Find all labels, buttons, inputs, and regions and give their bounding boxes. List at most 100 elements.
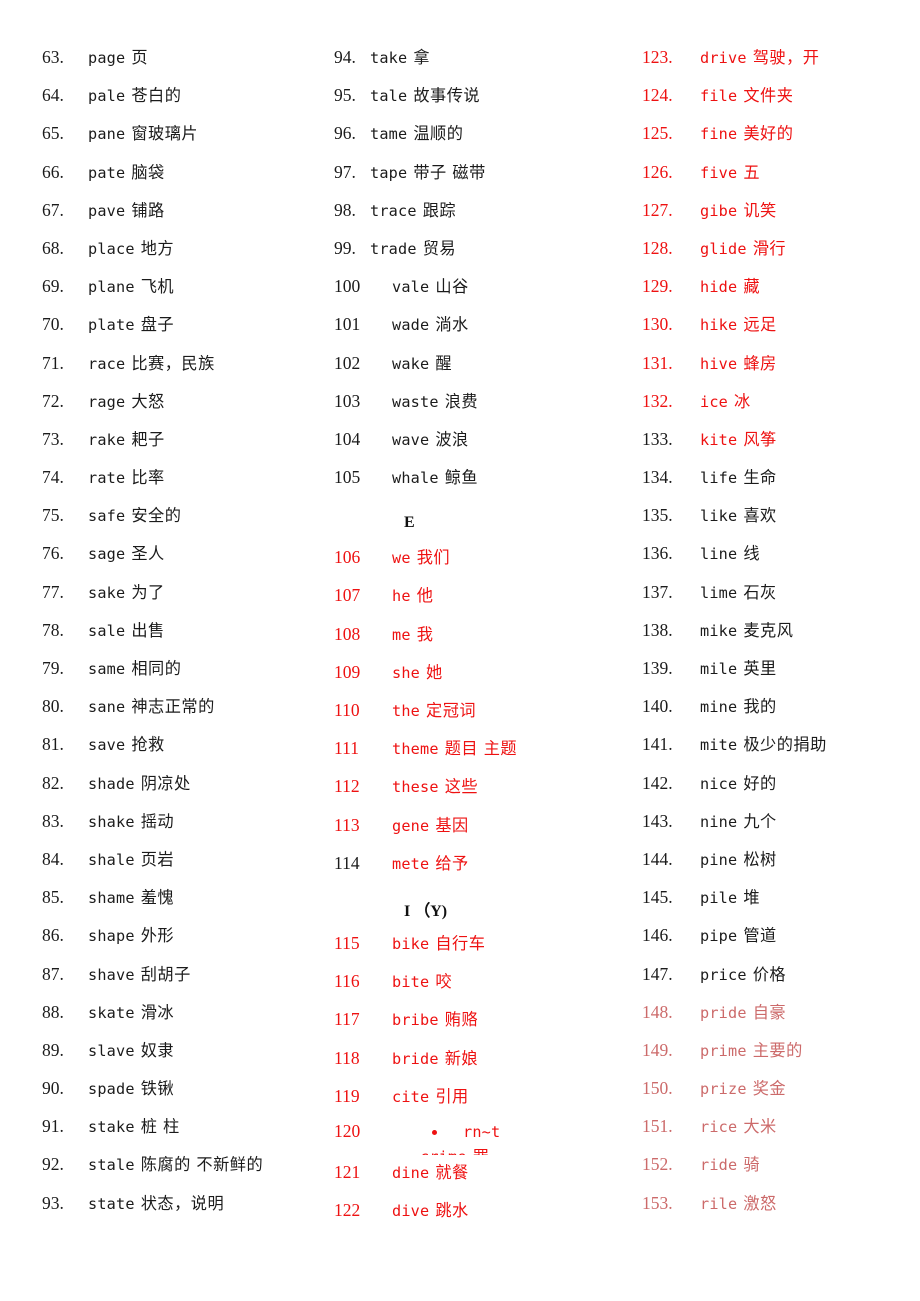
english-word: prime xyxy=(700,1041,747,1060)
english-word: five xyxy=(700,163,738,182)
chinese-gloss: 神志正常的 xyxy=(131,697,215,717)
word-entry: 126. five 五 xyxy=(642,159,920,197)
entry-number: 122 xyxy=(334,1200,361,1221)
entry-text: take 拿 xyxy=(370,44,430,68)
english-word: pane xyxy=(88,125,126,144)
entry-text: dive 跳水 xyxy=(392,1197,469,1221)
glitch-fragment: rn~t xyxy=(432,1123,500,1141)
english-word: same xyxy=(88,660,126,678)
english-word: glide xyxy=(700,239,747,258)
english-word: shade xyxy=(88,774,135,793)
entry-text: mite 极少的捐助 xyxy=(700,731,827,755)
entry-number: 145. xyxy=(642,887,673,908)
entry-text: cite 引用 xyxy=(392,1083,469,1107)
entry-text: plate 盘子 xyxy=(88,311,174,335)
word-entry: 90. spade 铁锹 xyxy=(42,1075,310,1113)
word-entry: 122 dive 跳水 xyxy=(334,1197,620,1235)
english-word: cite xyxy=(392,1087,430,1106)
chinese-gloss: 比赛，民族 xyxy=(131,353,215,373)
english-word: mile xyxy=(700,660,738,678)
chinese-gloss: 贿赂 xyxy=(444,1010,479,1030)
entry-text: hive 蜂房 xyxy=(700,350,777,374)
chinese-gloss: 远足 xyxy=(743,315,777,335)
entry-text: file 文件夹 xyxy=(700,82,793,106)
chinese-gloss: 驾驶，开 xyxy=(752,48,820,67)
english-word: wake xyxy=(392,354,430,373)
entry-text: rile 激怒 xyxy=(700,1190,777,1214)
word-entry: 128. glide 滑行 xyxy=(642,235,920,273)
entry-text: these 这些 xyxy=(392,773,478,797)
word-entry: 71. race 比赛，民族 xyxy=(42,350,310,388)
entry-number: 119 xyxy=(334,1085,360,1106)
english-word: rake xyxy=(88,430,126,449)
entry-number: 101 xyxy=(334,314,361,335)
bullet-dot-icon xyxy=(432,1129,437,1135)
chinese-gloss: 刮胡子 xyxy=(140,964,191,984)
english-word: shape xyxy=(88,927,135,946)
word-entry: 76. sage 圣人 xyxy=(42,540,310,578)
entry-number: 142. xyxy=(642,772,673,793)
word-entry: 101 wade 淌水 xyxy=(334,311,620,349)
entry-text: plane 飞机 xyxy=(88,273,174,297)
entry-text: mile 英里 xyxy=(700,655,777,679)
entry-number: 133. xyxy=(642,428,673,449)
chinese-gloss: 外形 xyxy=(140,926,175,946)
english-word: shale xyxy=(88,850,135,869)
chinese-gloss: 九个 xyxy=(743,811,777,831)
chinese-gloss: 基因 xyxy=(435,815,469,835)
entry-text: trade 贸易 xyxy=(370,235,456,259)
entry-text: bride 新娘 xyxy=(392,1045,478,1069)
word-entry: 83. shake 摇动 xyxy=(42,808,310,846)
chinese-gloss: 麦克风 xyxy=(743,620,794,640)
word-column-3: 123. drive 驾驶，开 124. file 文件夹 125. fine 美好的 126. f… xyxy=(620,44,920,1301)
chinese-gloss: 罪 xyxy=(473,1147,490,1155)
word-entry: 142. nice 好的 xyxy=(642,770,920,808)
entry-number: 73. xyxy=(42,428,64,449)
entry-number: 85. xyxy=(42,887,64,908)
entry-text: pipe 管道 xyxy=(700,922,777,946)
english-word: rile xyxy=(700,1194,738,1213)
entry-text: spade 铁锹 xyxy=(88,1075,174,1099)
entry-text: rage 大怒 xyxy=(88,388,165,412)
english-word: pipe xyxy=(700,927,738,946)
chinese-gloss: 陈腐的 不新鲜的 xyxy=(140,1155,264,1175)
english-word: gene xyxy=(392,816,430,835)
english-word: rate xyxy=(88,469,126,488)
word-entry: 117 bribe 贿赂 xyxy=(334,1006,620,1044)
english-word: pate xyxy=(88,163,126,182)
word-entry: 153. rile 激怒 xyxy=(642,1190,920,1228)
word-list-page: 63. page 页 64. pale 苍白的 65. pane 窗玻璃片 66. pate 脑袋 67… xyxy=(0,0,920,1301)
entry-text: trace 跟踪 xyxy=(370,197,456,221)
entry-text: pine 松树 xyxy=(700,846,777,870)
word-entry: 99. trade 贸易 xyxy=(334,235,620,273)
entry-number: 114 xyxy=(334,852,360,873)
english-word: plane xyxy=(88,278,135,297)
chinese-gloss: 题目 主题 xyxy=(444,739,518,759)
entry-text: lime 石灰 xyxy=(700,579,777,603)
word-entry: 129. hide 藏 xyxy=(642,273,920,311)
entry-text: she 她 xyxy=(392,659,443,683)
entry-text: whale 鲸鱼 xyxy=(392,464,478,488)
entry-text: rate 比率 xyxy=(88,464,165,488)
entry-text: mine 我的 xyxy=(700,693,777,717)
section-header: E xyxy=(404,514,415,532)
entry-text: kite 风筝 xyxy=(700,426,777,450)
entry-text: ride 骑 xyxy=(700,1151,760,1175)
chinese-gloss: 桩 柱 xyxy=(140,1117,180,1137)
word-entry: 95. tale 故事传说 xyxy=(334,82,620,120)
entry-text: he 他 xyxy=(392,582,433,606)
chinese-gloss: 盘子 xyxy=(140,315,175,335)
entry-text: waste 浪费 xyxy=(392,388,478,412)
chinese-gloss: 风筝 xyxy=(743,429,777,449)
english-word: ice xyxy=(700,392,729,411)
word-entry: 134. life 生命 xyxy=(642,464,920,502)
word-entry: 138. mike 麦克风 xyxy=(642,617,920,655)
entry-text: shame 羞愧 xyxy=(88,884,174,908)
chinese-gloss: 主要的 xyxy=(752,1040,803,1060)
entry-text: bribe 贿赂 xyxy=(392,1006,478,1030)
chinese-gloss: 五 xyxy=(743,162,761,182)
word-entry: 131. hive 蜂房 xyxy=(642,350,920,388)
chinese-gloss: 咬 xyxy=(435,972,453,992)
chinese-gloss: 新娘 xyxy=(444,1048,479,1068)
english-word: kite xyxy=(700,430,738,449)
